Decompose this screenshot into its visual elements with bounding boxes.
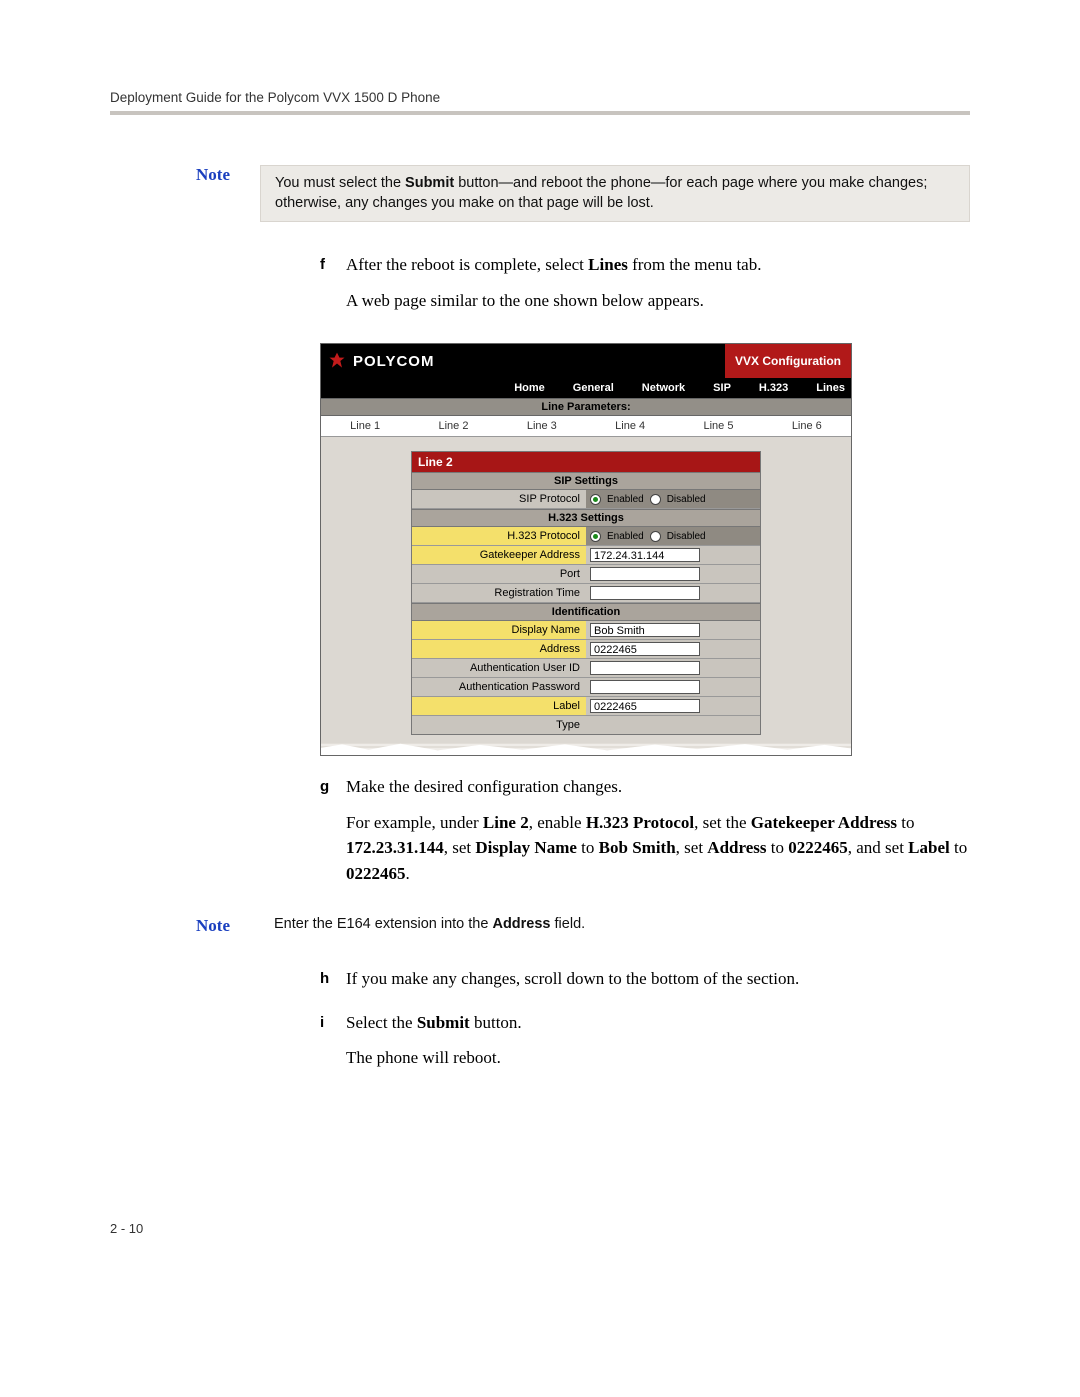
sip-protocol-label: SIP Protocol (412, 490, 586, 508)
port-label: Port (412, 565, 586, 583)
h323-protocol-label: H.323 Protocol (412, 527, 586, 545)
type-label: Type (412, 716, 586, 734)
note-bold: Submit (405, 175, 454, 191)
polycom-logo-icon (327, 351, 347, 371)
nav-network[interactable]: Network (642, 382, 685, 394)
step-g: g Make the desired configuration changes… (320, 774, 970, 896)
step-letter: f (320, 252, 346, 323)
config-screenshot: POLYCOM VVX Configuration Home General N… (320, 343, 852, 756)
tab-line-4[interactable]: Line 4 (586, 416, 674, 436)
radio-label: Enabled (607, 531, 644, 542)
note-row-2: Note Enter the E164 extension into the A… (110, 916, 970, 936)
step-f: f After the reboot is complete, select L… (320, 252, 970, 323)
line2-panel: Line 2 SIP Settings SIP Protocol Enabled… (411, 451, 761, 735)
step-h: h If you make any changes, scroll down t… (320, 966, 970, 1002)
note-row-1: Note You must select the Submit button—a… (110, 165, 970, 222)
page-number: 2 - 10 (110, 1221, 970, 1236)
radio-label: Disabled (667, 531, 706, 542)
figure-topbar: POLYCOM VVX Configuration (321, 344, 851, 378)
step-i: i Select the Submit button. The phone wi… (320, 1010, 970, 1081)
tab-line-3[interactable]: Line 3 (498, 416, 586, 436)
tab-line-5[interactable]: Line 5 (674, 416, 762, 436)
h323-enabled-radio[interactable] (590, 531, 601, 542)
radio-label: Enabled (607, 494, 644, 505)
h323-disabled-radio[interactable] (650, 531, 661, 542)
nav-sip[interactable]: SIP (713, 382, 731, 394)
display-name-label: Display Name (412, 621, 586, 639)
auth-password-label: Authentication Password (412, 678, 586, 696)
note-text: Enter the E164 extension into the Addres… (260, 916, 970, 932)
note-text: You must select the (275, 175, 405, 191)
running-header: Deployment Guide for the Polycom VVX 150… (110, 90, 970, 115)
line-parameters-heading: Line Parameters: (321, 398, 851, 416)
gatekeeper-address-input[interactable]: 172.24.31.144 (590, 548, 700, 562)
step-text: If you make any changes, scroll down to … (346, 966, 799, 992)
auth-user-id-input[interactable] (590, 661, 700, 675)
config-title: VVX Configuration (725, 344, 851, 378)
logo-text: POLYCOM (353, 353, 434, 370)
sip-disabled-radio[interactable] (650, 494, 661, 505)
label-input[interactable]: 0222465 (590, 699, 700, 713)
page: Deployment Guide for the Polycom VVX 150… (0, 0, 1080, 1296)
tab-line-6[interactable]: Line 6 (763, 416, 851, 436)
address-label: Address (412, 640, 586, 658)
nav-general[interactable]: General (573, 382, 614, 394)
line-tabs: Line 1 Line 2 Line 3 Line 4 Line 5 Line … (321, 416, 851, 437)
nav-lines[interactable]: Lines (816, 382, 845, 394)
step-text: The phone will reboot. (346, 1045, 522, 1071)
figure-nav: Home General Network SIP H.323 Lines (321, 378, 851, 398)
step-text: Make the desired configuration changes. (346, 774, 970, 800)
step-letter: i (320, 1010, 346, 1081)
radio-label: Disabled (667, 494, 706, 505)
step-text: For example, under Line 2, enable H.323 … (346, 810, 970, 887)
torn-edge (321, 743, 851, 755)
note-box: You must select the Submit button—and re… (260, 165, 970, 222)
nav-home[interactable]: Home (514, 382, 545, 394)
step-text: After the reboot is complete, select Lin… (346, 252, 761, 278)
auth-user-id-label: Authentication User ID (412, 659, 586, 677)
sip-settings-heading: SIP Settings (412, 472, 760, 490)
display-name-input[interactable]: Bob Smith (590, 623, 700, 637)
sip-enabled-radio[interactable] (590, 494, 601, 505)
auth-password-input[interactable] (590, 680, 700, 694)
gatekeeper-address-label: Gatekeeper Address (412, 546, 586, 564)
step-text: A web page similar to the one shown belo… (346, 288, 761, 314)
registration-time-input[interactable] (590, 586, 700, 600)
step-letter: h (320, 966, 346, 1002)
nav-h323[interactable]: H.323 (759, 382, 788, 394)
step-letter: g (320, 774, 346, 896)
note-label: Note (110, 916, 260, 936)
logo-area: POLYCOM (321, 351, 457, 371)
note-label: Note (110, 165, 260, 185)
registration-time-label: Registration Time (412, 584, 586, 602)
address-input[interactable]: 0222465 (590, 642, 700, 656)
step-text: Select the Submit button. (346, 1010, 522, 1036)
port-input[interactable] (590, 567, 700, 581)
tab-line-2[interactable]: Line 2 (409, 416, 497, 436)
tab-line-1[interactable]: Line 1 (321, 416, 409, 436)
h323-settings-heading: H.323 Settings (412, 509, 760, 527)
label-label: Label (412, 697, 586, 715)
identification-heading: Identification (412, 603, 760, 621)
panel-title: Line 2 (412, 452, 760, 472)
